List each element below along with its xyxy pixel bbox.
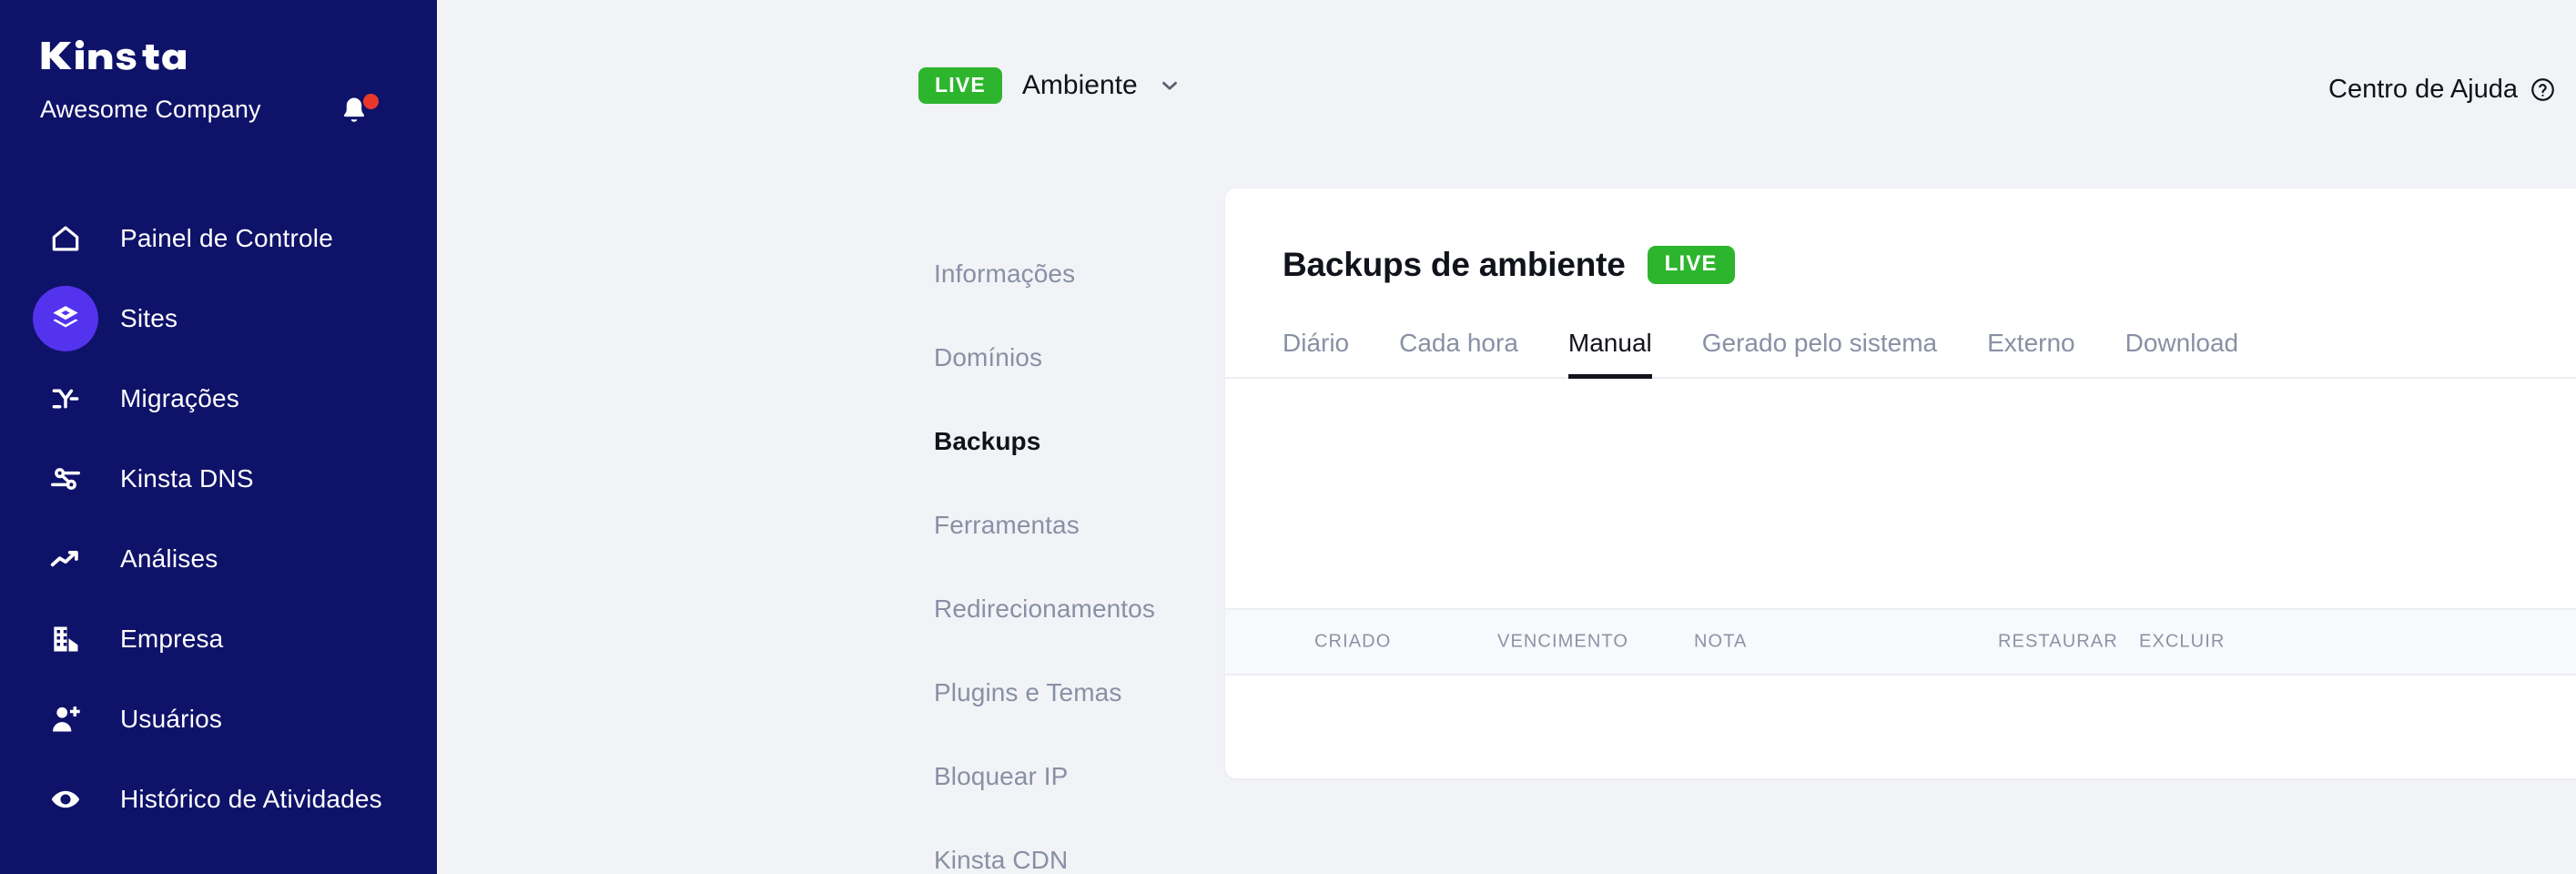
sidebar-nav: Painel de Controle Sites [0, 198, 437, 839]
sidebar-item-usuarios[interactable]: Usuários [0, 679, 437, 759]
subnav-item-kinsta-cdn[interactable]: Kinsta CDN [934, 818, 1225, 874]
trend-up-icon [33, 526, 98, 592]
sidebar-item-sites[interactable]: Sites [0, 279, 437, 359]
organization-name: Awesome Company [40, 96, 261, 124]
sidebar-item-empresa[interactable]: Empresa [0, 599, 437, 679]
subnav-item-backups[interactable]: Backups [934, 400, 1225, 483]
column-header-restaurar: RESTAURAR [1998, 632, 2118, 653]
notification-dot [363, 94, 379, 109]
building-icon [33, 606, 98, 672]
sidebar-item-analises[interactable]: Análises [0, 519, 437, 599]
tab-diario[interactable]: Diário [1283, 329, 1349, 379]
backups-table-header: CRIADO VENCIMENTO NOTA RESTAURAR EXCLUIR [1225, 608, 2576, 676]
app-root: Awesome Company Painel de Controle [0, 0, 2576, 874]
help-center-link[interactable]: Centro de Ajuda [2328, 75, 2556, 105]
card-body: Fazer backup agora [1225, 379, 2576, 608]
backups-card: Backups de ambiente LIVE Diário Cada hor… [1225, 188, 2576, 778]
sidebar-item-label: Análises [120, 544, 218, 574]
backup-tabs: Diário Cada hora Manual Gerado pelo sist… [1225, 311, 2576, 379]
eye-icon [33, 767, 98, 832]
user-plus-icon [33, 686, 98, 752]
column-header-criado: CRIADO [1314, 632, 1391, 653]
kinsta-logo[interactable] [40, 33, 199, 78]
subnav-item-dominios[interactable]: Domínios [934, 316, 1225, 400]
sidebar-item-label: Empresa [120, 625, 223, 654]
card-header: Backups de ambiente LIVE [1225, 188, 2576, 284]
subnav-item-redirecionamentos[interactable]: Redirecionamentos [934, 567, 1225, 651]
sidebar-item-label: Histórico de Atividades [120, 785, 382, 814]
tab-manual[interactable]: Manual [1568, 329, 1652, 379]
sidebar-item-label: Sites [120, 304, 177, 333]
subnav-item-bloquear-ip[interactable]: Bloquear IP [934, 735, 1225, 818]
sidebar-item-label: Kinsta DNS [120, 464, 254, 493]
environment-live-badge: LIVE [918, 67, 1002, 104]
backups-table-body [1225, 676, 2576, 743]
layers-icon [33, 286, 98, 351]
environment-label: Ambiente [1022, 70, 1138, 101]
sidebar-item-label: Painel de Controle [120, 224, 333, 253]
tab-gerado-pelo-sistema[interactable]: Gerado pelo sistema [1702, 329, 1937, 379]
column-header-excluir: EXCLUIR [2139, 632, 2225, 653]
column-header-vencimento: VENCIMENTO [1497, 632, 1628, 653]
home-icon [33, 206, 98, 271]
card-live-badge: LIVE [1648, 246, 1735, 284]
tab-cada-hora[interactable]: Cada hora [1399, 329, 1518, 379]
tab-externo[interactable]: Externo [1987, 329, 2075, 379]
top-bar: LIVE Ambiente [437, 0, 2576, 188]
sidebar-item-label: Migrações [120, 384, 239, 413]
help-center-label: Centro de Ajuda [2328, 75, 2518, 105]
primary-sidebar: Awesome Company Painel de Controle [0, 0, 437, 874]
notifications-button[interactable] [339, 95, 380, 131]
chevron-down-icon [1158, 74, 1182, 97]
environment-selector[interactable]: LIVE Ambiente [918, 67, 1182, 104]
sidebar-item-kinsta-dns[interactable]: Kinsta DNS [0, 439, 437, 519]
sidebar-item-historico-de-atividades[interactable]: Histórico de Atividades [0, 759, 437, 839]
question-circle-icon [2530, 76, 2556, 103]
sidebar-item-migracoes[interactable]: Migrações [0, 359, 437, 439]
subnav-item-plugins-e-temas[interactable]: Plugins e Temas [934, 651, 1225, 735]
dns-share-icon [33, 446, 98, 512]
migration-icon [33, 366, 98, 432]
main-pane: LIVE Ambiente Centro de Ajuda Inf [437, 0, 2576, 874]
tab-download[interactable]: Download [2125, 329, 2239, 379]
subnav-item-ferramentas[interactable]: Ferramentas [934, 483, 1225, 567]
sidebar-item-painel-de-controle[interactable]: Painel de Controle [0, 198, 437, 279]
column-header-nota: NOTA [1694, 632, 1747, 653]
sidebar-item-label: Usuários [120, 705, 222, 734]
secondary-nav: Informações Domínios Backups Ferramentas… [934, 232, 1225, 874]
subnav-item-informacoes[interactable]: Informações [934, 232, 1225, 316]
page-title: Backups de ambiente [1283, 246, 1626, 284]
